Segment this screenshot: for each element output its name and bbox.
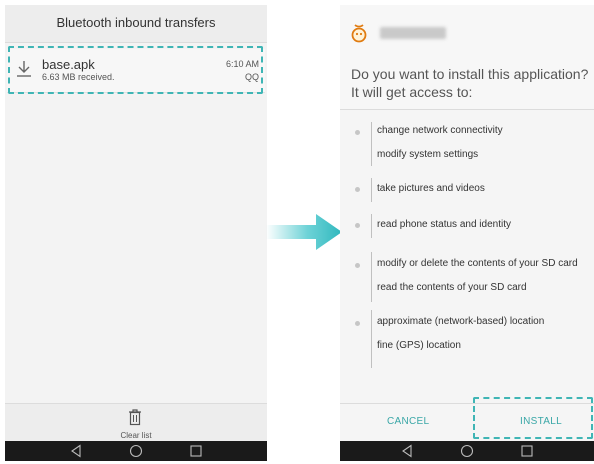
permission-item: approximate (network-based) location [377,316,545,327]
highlight-box-install [473,397,593,439]
permission-item: fine (GPS) location [377,340,461,351]
home-icon[interactable] [460,444,474,458]
trash-icon [129,409,141,426]
back-icon[interactable] [69,444,83,458]
page-title: Bluetooth inbound transfers [5,5,267,43]
permission-divider [371,214,372,238]
recents-icon[interactable] [189,444,203,458]
clear-list-button[interactable]: Clear list [5,403,267,441]
navigation-bar [5,441,267,461]
transition-arrow-icon [266,214,342,250]
bullet-dot [355,187,360,192]
install-header: Do you want to install this application?… [340,5,594,110]
app-name-blurred [380,27,446,39]
navigation-bar [340,441,594,461]
permission-item: read phone status and identity [377,219,511,230]
install-question: Do you want to install this application?… [351,66,589,100]
bullet-dot [355,263,360,268]
permission-item: modify or delete the contents of your SD… [377,258,578,269]
bullet-dot [355,321,360,326]
cancel-button[interactable]: CANCEL [387,416,429,427]
recents-icon[interactable] [520,444,534,458]
bullet-dot [355,130,360,135]
permission-item: read the contents of your SD card [377,282,527,293]
permission-item: change network connectivity [377,125,503,136]
home-icon[interactable] [129,444,143,458]
clear-list-label: Clear list [120,431,152,440]
back-icon[interactable] [400,444,414,458]
permission-item: take pictures and videos [377,183,485,194]
permission-divider [371,178,372,202]
bullet-dot [355,223,360,228]
app-logo-icon [351,24,367,43]
left-phone-screen: Bluetooth inbound transfers base.apk 6.6… [5,5,267,461]
permission-divider [371,252,372,302]
highlight-box-transfer [8,46,263,94]
permission-divider [371,310,372,368]
right-phone-screen: Do you want to install this application?… [340,5,594,461]
permission-item: modify system settings [377,149,479,160]
permission-divider [371,122,372,166]
